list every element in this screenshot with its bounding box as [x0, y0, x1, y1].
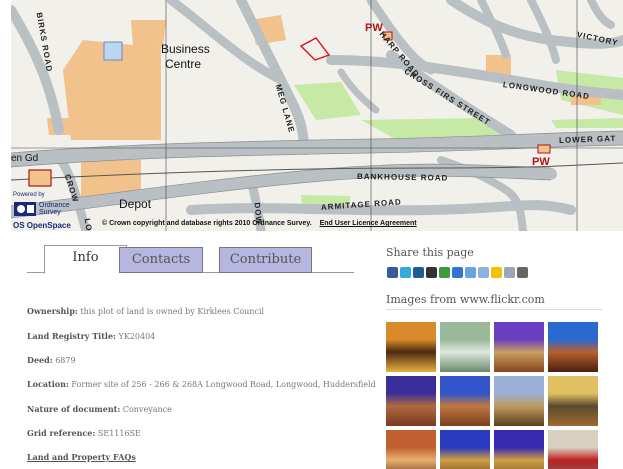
- flickr-thumb-5[interactable]: [386, 376, 436, 426]
- flickr-image-grid: [386, 322, 602, 469]
- os-powered-by: Powered by: [13, 192, 45, 198]
- flickr-title: Images from www.flickr.com: [386, 293, 545, 306]
- flickr-thumb-4[interactable]: [548, 322, 598, 372]
- flickr-divider: [386, 309, 602, 310]
- map-copyright: © Crown copyright and database rights 20…: [102, 220, 417, 227]
- location-label: Location:: [27, 379, 69, 389]
- share-icons: [387, 267, 528, 278]
- map-label-centre: Centre: [165, 57, 202, 71]
- deed-value: 6879: [55, 356, 76, 365]
- info-nature: Nature of document: Conveyance: [27, 404, 172, 415]
- info-ownership: Ownership: this plot of land is owned by…: [27, 306, 264, 317]
- facebook-icon[interactable]: [387, 267, 398, 278]
- grid-reference-value: SE1116SE: [97, 429, 141, 438]
- copyright-text: © Crown copyright and database rights 20…: [102, 220, 312, 227]
- flickr-thumb-12[interactable]: [548, 430, 598, 469]
- road-label-bankhouse: BANKHOUSE ROAD: [356, 172, 449, 183]
- flickr-thumb-8[interactable]: [548, 376, 598, 426]
- location-value: Former site of 256 - 266 & 268A Longwood…: [71, 380, 376, 389]
- flickr-thumb-1[interactable]: [386, 322, 436, 372]
- map-label-en-gd: en Gd: [11, 153, 39, 164]
- tab-info[interactable]: Info: [44, 245, 127, 274]
- info-location: Location: Former site of 256 - 266 & 268…: [27, 379, 376, 390]
- land-registry-value: YK20404: [118, 332, 156, 341]
- print-icon[interactable]: [517, 267, 528, 278]
- os-openspace: OS OpenSpace: [13, 221, 71, 230]
- grid-reference-label: Grid reference:: [27, 428, 96, 438]
- google-icon[interactable]: [465, 267, 476, 278]
- land-registry-label: Land Registry Title:: [27, 331, 116, 341]
- licence-agreement-link[interactable]: End User Licence Agreement: [320, 220, 417, 227]
- twitter-icon[interactable]: [400, 267, 411, 278]
- flickr-thumb-6[interactable]: [440, 376, 490, 426]
- myspace-icon[interactable]: [426, 267, 437, 278]
- nature-value: Conveyance: [122, 405, 172, 414]
- digg-icon[interactable]: [413, 267, 424, 278]
- nature-label: Nature of document:: [27, 404, 121, 414]
- map-label-depot: Depot: [119, 197, 152, 211]
- info-grid-reference: Grid reference: SE1116SE: [27, 428, 141, 439]
- os-emblem-icon: [14, 202, 36, 216]
- flickr-thumb-9[interactable]: [386, 430, 436, 469]
- stumbleupon-icon[interactable]: [439, 267, 450, 278]
- flickr-thumb-2[interactable]: [440, 322, 490, 372]
- info-deed: Deed: 6879: [27, 355, 76, 366]
- reddit-icon[interactable]: [478, 267, 489, 278]
- map-canvas[interactable]: [11, 0, 623, 231]
- share-title: Share this page: [386, 246, 474, 259]
- os-map[interactable]: Business Centre Depot en Gd PW PW BIRKS …: [11, 0, 623, 231]
- flickr-thumb-7[interactable]: [494, 376, 544, 426]
- ownership-label: Ownership:: [27, 306, 78, 316]
- tab-bar: Info Contacts Contribute: [27, 245, 354, 274]
- map-label-pw-bottom: PW: [532, 156, 550, 168]
- info-faq: Land and Property FAQs: [27, 452, 136, 463]
- land-property-faq-link[interactable]: Land and Property FAQs: [27, 452, 136, 462]
- info-land-registry: Land Registry Title: YK20404: [27, 331, 155, 342]
- ownership-value: this plot of land is owned by Kirklees C…: [80, 307, 265, 316]
- email-icon[interactable]: [504, 267, 515, 278]
- deed-label: Deed:: [27, 355, 53, 365]
- os-survey: Survey: [39, 209, 61, 216]
- flickr-thumb-10[interactable]: [440, 430, 490, 469]
- flickr-thumb-3[interactable]: [494, 322, 544, 372]
- tab-contribute[interactable]: Contribute: [219, 247, 312, 273]
- os-ordnance: Ordnance: [39, 202, 70, 209]
- flickr-thumb-11[interactable]: [494, 430, 544, 469]
- map-label-business: Business: [161, 42, 210, 56]
- os-openspace-logo[interactable]: Powered by Ordnance Survey OS OpenSpace: [11, 190, 101, 230]
- delicious-icon[interactable]: [452, 267, 463, 278]
- tab-contacts[interactable]: Contacts: [119, 247, 203, 273]
- favorite-star-icon[interactable]: [491, 267, 502, 278]
